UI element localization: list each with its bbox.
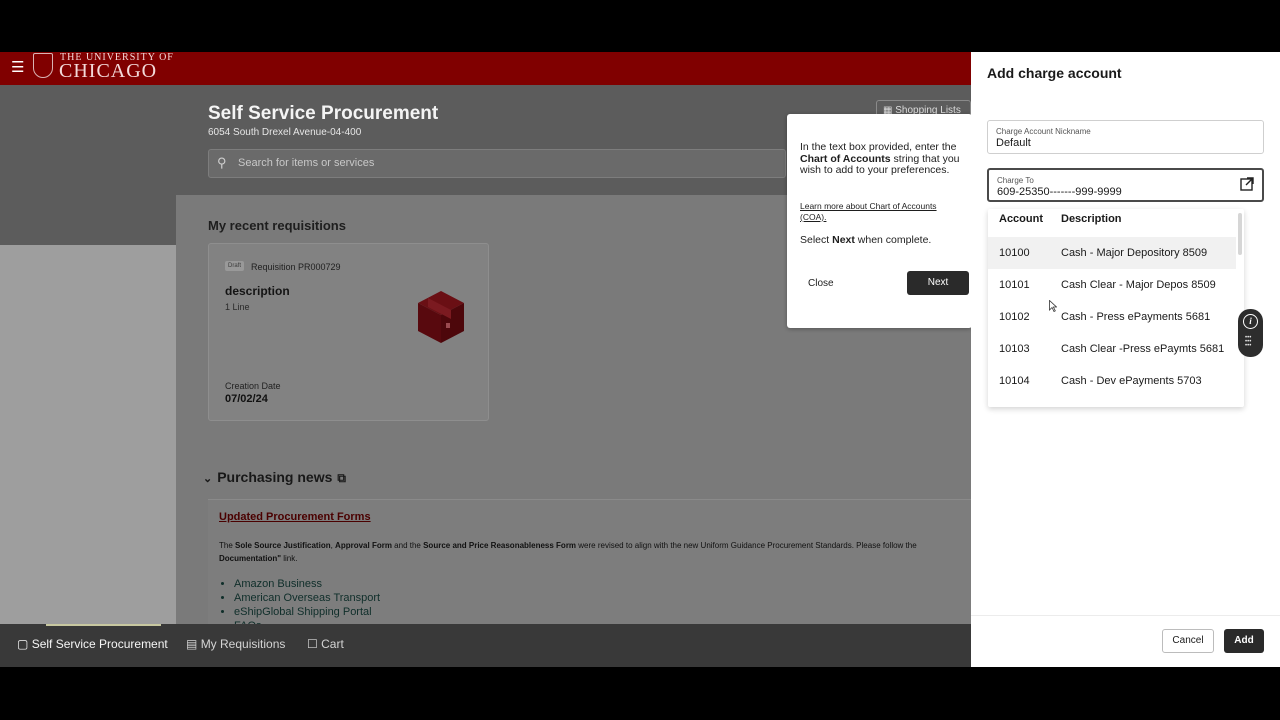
requisition-description: description xyxy=(225,284,290,298)
nav-label: Cart xyxy=(321,637,344,651)
cart-icon: ☐ xyxy=(307,637,318,651)
help-widget[interactable]: i ••• ••• ••• xyxy=(1238,309,1263,357)
footer-divider xyxy=(971,615,1280,616)
package-icon xyxy=(418,291,464,343)
account-code: 10102 xyxy=(999,311,1030,323)
account-code: 10100 xyxy=(999,247,1030,259)
requisition-card[interactable]: Draft Requisition PR000729 description 1… xyxy=(208,243,489,421)
ship-to-address: 6054 South Drexel Avenue-04-400 xyxy=(208,127,362,138)
guide-text-bold: Next xyxy=(832,234,855,246)
logo-main-text[interactable]: CHICAGO xyxy=(59,60,157,83)
charge-to-value: 609-25350-------999-9999 xyxy=(997,186,1122,198)
guide-text: Select xyxy=(800,234,833,246)
guide-text-bold: Chart of Accounts xyxy=(800,152,891,165)
page-title: Self Service Procurement xyxy=(208,103,439,124)
purchasing-news-label: Purchasing news xyxy=(217,469,333,485)
account-description: Cash Clear -Press ePaymts 5681 xyxy=(1061,343,1225,355)
dropdown-scrollbar[interactable] xyxy=(1238,213,1242,255)
nickname-field[interactable]: Charge Account Nickname Default xyxy=(987,120,1264,154)
open-external-icon[interactable] xyxy=(1240,177,1254,191)
apps-grid-icon[interactable]: ••• ••• ••• xyxy=(1245,335,1256,349)
drawer-title: Add charge account xyxy=(987,65,1122,81)
guided-tour-popover: In the text box provided, enter the Char… xyxy=(787,114,972,328)
requisition-line-count: 1 Line xyxy=(225,302,250,312)
nav-my-requisitions[interactable]: ▤ My Requisitions xyxy=(186,637,285,651)
store-icon: ▢ xyxy=(17,637,29,651)
nav-label: My Requisitions xyxy=(200,637,286,651)
guide-select-instruction: Select Next when complete. xyxy=(800,234,931,246)
learn-more-coa-link[interactable]: Learn more about Chart of Accounts (COA)… xyxy=(800,201,960,223)
news-body-bold: Approval Form xyxy=(335,541,392,550)
nickname-label: Charge Account Nickname xyxy=(996,127,1091,136)
news-body-bold: Documentation" xyxy=(219,554,282,563)
nickname-value: Default xyxy=(996,137,1031,149)
charge-to-label: Charge To xyxy=(997,176,1034,185)
account-option[interactable]: 10100 Cash - Major Depository 8509 xyxy=(988,237,1236,269)
clipboard-icon: ▤ xyxy=(186,637,198,651)
charge-to-field[interactable]: Charge To 609-25350-------999-9999 xyxy=(987,168,1264,202)
news-link[interactable]: Amazon Business xyxy=(234,577,380,591)
requisition-number: Requisition PR000729 xyxy=(251,262,341,272)
column-header-account: Account xyxy=(999,213,1043,225)
news-headline-link[interactable]: Updated Procurement Forms xyxy=(219,511,371,523)
nav-self-service-procurement[interactable]: ▢ Self Service Procurement xyxy=(17,637,168,651)
bottom-navigation: ▢ Self Service Procurement ▤ My Requisit… xyxy=(0,624,971,667)
external-link-icon[interactable]: ⧉ xyxy=(337,471,346,486)
news-link[interactable]: American Overseas Transport xyxy=(234,591,380,605)
guide-text: when complete. xyxy=(854,234,932,246)
account-option[interactable]: 10101 Cash Clear - Major Depos 8509 xyxy=(988,269,1236,301)
news-panel: Updated Procurement Forms The Sole Sourc… xyxy=(208,499,971,632)
news-body-bold: Source and Price Reasonableness Form xyxy=(423,541,577,550)
creation-date: 07/02/24 xyxy=(225,393,268,405)
account-description: Cash - Major Depository 8509 xyxy=(1061,247,1208,259)
purchasing-news-heading[interactable]: ⌄ Purchasing news ⧉ xyxy=(203,469,346,486)
news-body-text: link. xyxy=(281,554,298,563)
mouse-cursor-icon xyxy=(1049,300,1057,312)
left-background xyxy=(0,245,176,624)
news-body-text: The xyxy=(219,541,236,550)
info-icon[interactable]: i xyxy=(1243,314,1258,329)
creation-date-label: Creation Date xyxy=(225,381,281,391)
app-window: ☰ THE UNIVERSITY OF CHICAGO Self Service… xyxy=(0,52,1280,667)
news-body-text: were revised to align with the new Unifo… xyxy=(576,541,917,550)
chevron-down-icon[interactable]: ⌄ xyxy=(203,472,212,485)
add-button[interactable]: Add xyxy=(1224,629,1264,653)
account-description: Cash - Dev ePayments 5703 xyxy=(1061,375,1202,387)
university-crest-logo xyxy=(33,53,53,78)
recent-requisitions-heading: My recent requisitions xyxy=(208,218,346,233)
news-body: The Sole Source Justification, Approval … xyxy=(219,539,979,565)
search-placeholder: Search for items or services xyxy=(238,157,375,169)
account-code: 10104 xyxy=(999,375,1030,387)
account-description: Cash - Press ePayments 5681 xyxy=(1061,311,1211,323)
guide-close-button[interactable]: Close xyxy=(808,278,834,289)
guide-text: In the text box provided, enter the xyxy=(800,141,957,153)
search-icon: ⚲ xyxy=(217,155,227,170)
news-link[interactable]: eShipGlobal Shipping Portal xyxy=(234,605,380,619)
add-charge-account-drawer: Add charge account Charge Account Nickna… xyxy=(971,52,1280,667)
nav-cart[interactable]: ☐ Cart xyxy=(307,637,344,651)
cancel-button[interactable]: Cancel xyxy=(1162,629,1214,653)
account-description: Cash Clear - Major Depos 8509 xyxy=(1061,279,1216,291)
status-badge: Draft xyxy=(225,261,245,271)
account-code: 10103 xyxy=(999,343,1030,355)
guide-instruction: In the text box provided, enter the Char… xyxy=(800,141,960,177)
active-tab-indicator xyxy=(46,624,161,626)
account-option[interactable]: 10104 Cash - Dev ePayments 5703 xyxy=(988,365,1236,397)
guide-next-button[interactable]: Next xyxy=(907,271,969,295)
news-body-bold: Sole Source Justification xyxy=(235,541,331,550)
search-input[interactable]: ⚲ Search for items or services xyxy=(208,149,786,178)
account-code: 10101 xyxy=(999,279,1030,291)
hamburger-menu-icon[interactable]: ☰ xyxy=(11,59,24,77)
nav-label: Self Service Procurement xyxy=(31,637,168,651)
news-body-text: and the xyxy=(391,541,424,550)
column-header-description: Description xyxy=(1061,213,1122,225)
account-option[interactable]: 10102 Cash - Press ePayments 5681 xyxy=(988,301,1236,333)
account-option[interactable]: 10103 Cash Clear -Press ePaymts 5681 xyxy=(988,333,1236,365)
account-dropdown: Account Description 10100 Cash - Major D… xyxy=(988,209,1244,407)
